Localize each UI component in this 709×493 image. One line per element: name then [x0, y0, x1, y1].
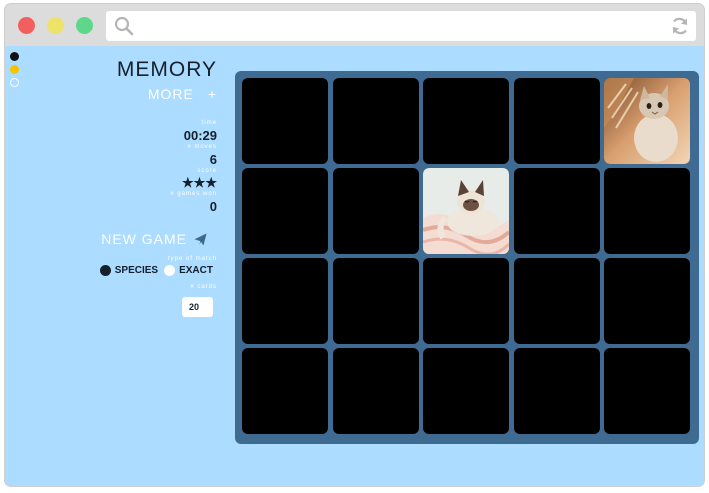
time-label: time — [201, 120, 217, 126]
memory-app: MEMORY MORE + time 00:29 # moves 6 score … — [5, 46, 704, 486]
card-face-down[interactable] — [242, 78, 328, 164]
card-face-down[interactable] — [604, 348, 690, 434]
theme-picker — [10, 52, 19, 91]
card-grid — [242, 78, 690, 434]
card-face-down[interactable] — [332, 348, 419, 434]
moves-value: 6 — [209, 152, 217, 167]
close-window-button[interactable] — [18, 17, 35, 34]
search-icon — [114, 16, 134, 36]
app-title: MEMORY — [116, 58, 217, 81]
card-face-down[interactable] — [332, 258, 419, 344]
cards-count-input[interactable]: 20 — [182, 297, 213, 317]
theme-dot-black[interactable] — [10, 52, 19, 61]
card-face-down[interactable] — [513, 258, 600, 344]
card-face-down[interactable] — [332, 168, 419, 254]
paper-plane-icon — [194, 233, 207, 245]
exact-label: EXACT — [179, 265, 213, 276]
card-face-down[interactable] — [242, 258, 328, 344]
species-label: SPECIES — [114, 265, 159, 276]
new-game-label: NEW GAME — [101, 231, 187, 247]
theme-dot-gold[interactable] — [10, 65, 19, 74]
game-board — [235, 71, 699, 444]
new-game-button[interactable]: NEW GAME — [101, 231, 207, 247]
card-face-up-siamese-kitten-on-blanket[interactable] — [423, 168, 509, 254]
more-button[interactable]: MORE + — [148, 86, 217, 102]
more-label: MORE — [147, 86, 194, 102]
maximize-window-button[interactable] — [76, 17, 93, 34]
moves-label: # moves — [187, 144, 217, 150]
time-value: 00:29 — [183, 128, 217, 143]
siamese-kitten-on-blanket-image — [423, 168, 509, 254]
card-face-down[interactable] — [242, 348, 328, 434]
card-face-down[interactable] — [604, 168, 690, 254]
games-won-label: # games won — [170, 191, 217, 197]
card-face-down[interactable] — [423, 348, 509, 434]
browser-chrome — [5, 4, 704, 46]
refresh-icon[interactable] — [670, 16, 690, 36]
card-face-down[interactable] — [604, 258, 690, 344]
card-face-down[interactable] — [423, 258, 509, 344]
minimize-window-button[interactable] — [47, 17, 64, 34]
theme-dot-blue[interactable] — [10, 78, 19, 87]
exact-radio[interactable] — [164, 265, 176, 276]
kitten-by-window-image — [604, 78, 690, 164]
plus-icon: + — [207, 86, 217, 102]
card-face-down[interactable] — [513, 168, 600, 254]
score-label: score — [197, 168, 217, 174]
card-face-down[interactable] — [513, 348, 600, 434]
games-won-value: 0 — [209, 199, 217, 214]
match-type-label: type of match — [167, 256, 217, 262]
cards-count-label: # cards — [190, 284, 217, 290]
card-face-down[interactable] — [513, 78, 600, 164]
match-type-radio-group: SPECIES EXACT — [99, 265, 213, 276]
address-bar[interactable] — [106, 11, 696, 41]
species-radio[interactable] — [99, 265, 111, 276]
browser-window: MEMORY MORE + time 00:29 # moves 6 score … — [5, 4, 704, 486]
card-face-down[interactable] — [242, 168, 328, 254]
card-face-down[interactable] — [423, 78, 509, 164]
card-face-down[interactable] — [332, 78, 419, 164]
card-face-up-kitten-by-window[interactable] — [604, 78, 690, 164]
score-stars: ★★★ — [182, 175, 217, 190]
